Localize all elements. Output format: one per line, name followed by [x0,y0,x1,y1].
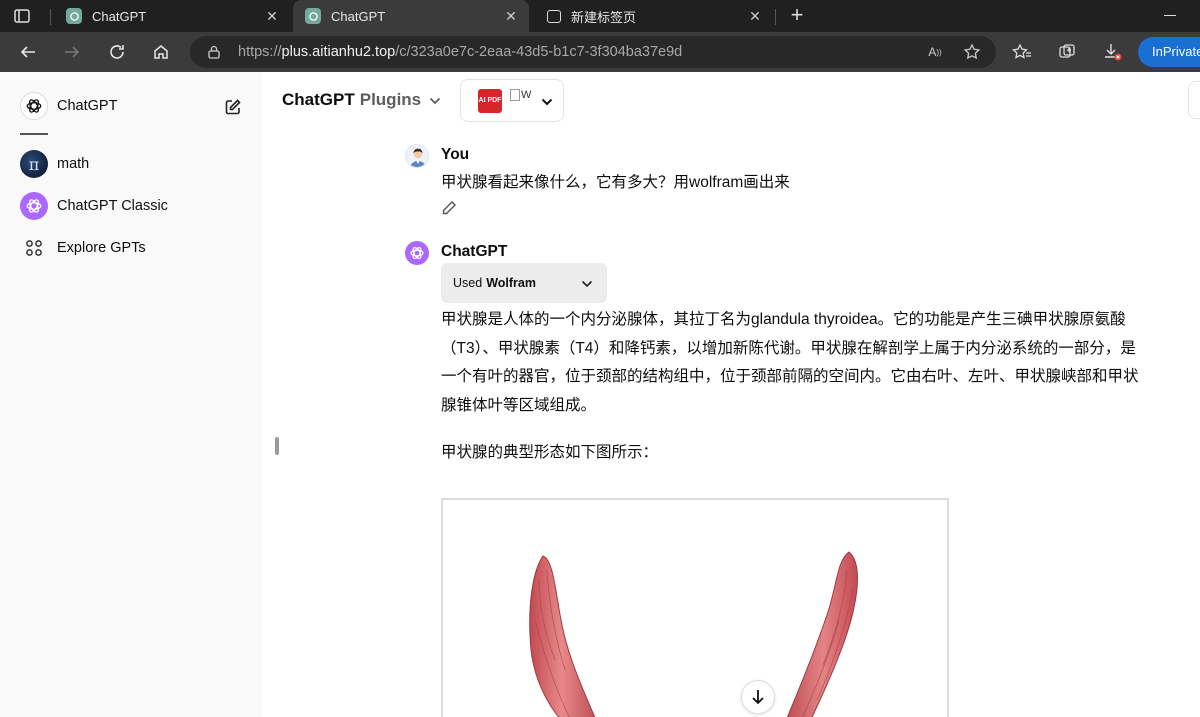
new-tab-button[interactable]: + [786,4,808,28]
chatgpt-avatar-icon [405,241,429,265]
sidebar-item-label: math [57,156,90,172]
wolfram-plugin-broken-image-icon: W [510,89,534,109]
close-tab-icon[interactable]: ✕ [747,8,763,24]
plugin-selector[interactable]: AI PDF W [460,79,564,122]
broken-image-alt-text: W [521,89,532,101]
assistant-author-label: ChatGPT [441,243,508,260]
browser-toolbar: https://plus.aitianhu2.top/c/323a0e7c-2e… [0,32,1200,72]
favorites-icon[interactable] [1010,40,1034,64]
ai-pdf-plugin-icon: AI PDF [478,89,502,113]
close-tab-icon[interactable]: ✕ [264,8,280,24]
sidebar-item-explore-gpts[interactable]: Explore GPTs [20,233,146,263]
tab-separator [775,9,776,25]
used-plugin-dropdown[interactable]: Used Wolfram [441,263,607,303]
model-sub-label: Plugins [359,90,422,109]
scroll-to-bottom-button[interactable] [741,680,775,714]
chatgpt-favicon-icon [305,8,321,24]
assistant-paragraph: 甲状腺是人体的一个内分泌腺体，其拉丁名为glandula thyroidea。它… [441,311,1139,414]
url-text[interactable]: https://plus.aitianhu2.top/c/323a0e7c-2e… [238,44,682,60]
grid-icon [20,234,48,262]
chatgpt-favicon-icon [66,8,82,24]
url-scheme: https:// [238,44,282,60]
tab-title: 新建标签页 [571,9,637,25]
sidebar-item-label: ChatGPT [57,98,118,114]
model-selector[interactable]: ChatGPT Plugins [282,90,441,110]
thyroid-illustration-icon [529,551,858,717]
tab-title: ChatGPT [92,8,147,24]
lock-icon[interactable] [208,45,220,64]
user-message-text: 甲状腺看起来像什么，它有多大？用wolfram画出来 [441,174,790,191]
sidebar-divider [20,133,48,135]
browser-tab-3[interactable]: 新建标签页 ✕ [535,0,773,32]
new-tab-page-icon [547,9,561,23]
tab-actions-icon[interactable] [10,6,34,26]
minimize-window-icon[interactable] [1164,15,1176,16]
url-path: /c/323a0e7c-2eaa-43d5-b1c7-3f304ba37e9d [395,44,683,60]
sidebar-item-label: ChatGPT Classic [57,198,168,214]
downloads-icon[interactable] [1100,40,1124,64]
sidebar-item-chatgpt-classic[interactable]: ChatGPT Classic [20,191,168,221]
chatgpt-logo-icon [20,92,48,120]
collections-icon[interactable] [1055,40,1079,64]
forward-arrow-icon[interactable] [60,40,84,64]
user-author-label: You [441,146,470,163]
share-button[interactable] [1188,81,1200,119]
chatgpt-classic-icon [20,192,48,220]
address-bar[interactable]: https://plus.aitianhu2.top/c/323a0e7c-2e… [190,36,996,68]
chevron-down-icon [429,90,441,110]
sidebar: ChatGPT π math ChatGPT Classic Explore G… [0,72,262,717]
assistant-paragraph-intro-figure: 甲状腺的典型形态如下图所示： [441,444,659,461]
close-tab-icon[interactable]: ✕ [503,8,519,24]
browser-tab-strip: ChatGPT ✕ ChatGPT ✕ 新建标签页 ✕ + [0,0,1200,32]
tab-title: ChatGPT [331,8,386,24]
refresh-icon[interactable] [105,40,129,64]
sidebar-item-chatgpt[interactable]: ChatGPT [20,91,117,121]
sidebar-item-math[interactable]: π math [20,149,89,179]
tool-name-label: Wolfram [486,276,536,290]
tool-prefix-label: Used [453,276,483,290]
math-avatar-icon: π [20,150,48,178]
sidebar-item-label: Explore GPTs [57,240,146,256]
inprivate-badge[interactable]: InPrivate [1138,37,1200,67]
new-chat-edit-icon[interactable] [222,96,244,118]
thyroid-render-image[interactable] [441,498,949,717]
chevron-down-icon [541,93,553,111]
read-aloud-icon[interactable]: A)) [925,42,945,62]
browser-tab-2-active[interactable]: ChatGPT ✕ [293,0,529,32]
model-name: ChatGPT [282,90,355,109]
home-icon[interactable] [149,40,173,64]
url-host: plus.aitianhu2.top [281,44,396,60]
edit-message-pencil-icon[interactable] [441,200,459,218]
chevron-down-icon [581,277,593,291]
back-arrow-icon[interactable] [16,40,40,64]
user-avatar-icon [405,144,429,168]
add-favorite-icon[interactable] [962,42,982,62]
sidebar-collapse-handle[interactable] [275,437,279,455]
browser-tab-1[interactable]: ChatGPT ✕ [54,0,290,32]
tab-separator [50,9,51,25]
